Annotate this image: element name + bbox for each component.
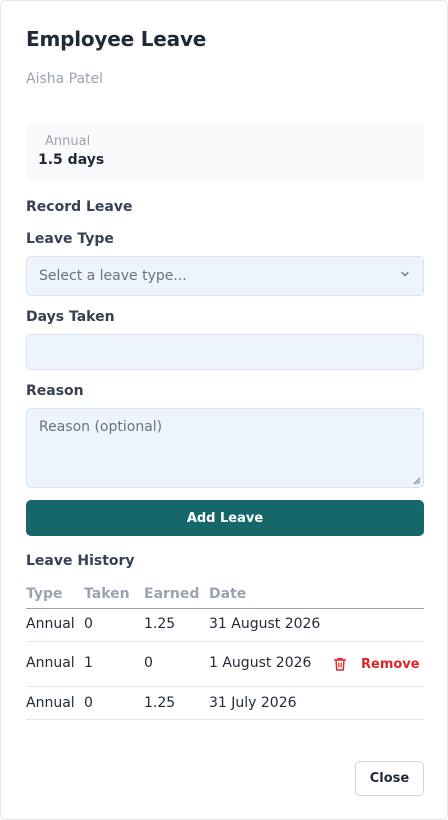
dialog-title: Employee Leave: [26, 27, 207, 51]
leave-type-select[interactable]: Select a leave type...: [26, 256, 424, 296]
cell-type: Annual: [26, 616, 75, 632]
table-header: Type Taken Earned Date: [26, 585, 424, 609]
leave-type-placeholder: Select a leave type...: [39, 268, 187, 284]
cell-type: Annual: [26, 655, 75, 671]
chevron-down-icon: [401, 271, 409, 277]
cell-date: 31 July 2026: [209, 695, 297, 711]
leave-history-heading: Leave History: [26, 553, 135, 569]
add-leave-button[interactable]: Add Leave: [26, 500, 424, 536]
cell-earned: 0: [144, 655, 153, 671]
record-leave-heading: Record Leave: [26, 199, 133, 215]
cell-type: Annual: [26, 695, 75, 711]
cell-taken: 0: [84, 695, 93, 711]
cell-date: 1 August 2026: [209, 655, 312, 671]
employee-leave-dialog: Employee Leave Aisha Patel Annual 1.5 da…: [0, 0, 448, 820]
reason-textarea[interactable]: Reason (optional): [26, 408, 424, 488]
cell-taken: 1: [84, 655, 93, 671]
table-row: Annual 1 0 1 August 2026 Remove: [26, 642, 424, 687]
cell-date: 31 August 2026: [209, 616, 321, 632]
days-taken-input[interactable]: [26, 334, 424, 370]
leave-balance-card: Annual 1.5 days: [26, 122, 424, 182]
table-row: Annual 0 1.25 31 July 2026: [26, 687, 424, 720]
column-header-earned: Earned: [144, 586, 200, 602]
remove-label: Remove: [361, 656, 420, 672]
column-header-date: Date: [209, 586, 247, 602]
trash-icon: [333, 657, 347, 671]
leave-history-table: Type Taken Earned Date Annual 0 1.25 31 …: [26, 585, 424, 720]
leave-type-label: Leave Type: [26, 231, 114, 247]
days-taken-label: Days Taken: [26, 309, 115, 325]
cell-earned: 1.25: [144, 616, 176, 632]
table-row: Annual 0 1.25 31 August 2026: [26, 609, 424, 642]
reason-label: Reason: [26, 383, 84, 399]
cell-earned: 1.25: [144, 695, 176, 711]
column-header-type: Type: [26, 586, 63, 602]
column-header-taken: Taken: [84, 586, 130, 602]
reason-placeholder: Reason (optional): [39, 419, 163, 435]
balance-label: Annual: [45, 134, 91, 149]
resize-handle-icon[interactable]: [413, 477, 421, 485]
balance-value: 1.5 days: [38, 152, 105, 168]
remove-leave-button[interactable]: Remove: [332, 656, 420, 672]
close-button[interactable]: Close: [355, 761, 424, 796]
cell-taken: 0: [84, 616, 93, 632]
employee-name: Aisha Patel: [26, 71, 104, 87]
